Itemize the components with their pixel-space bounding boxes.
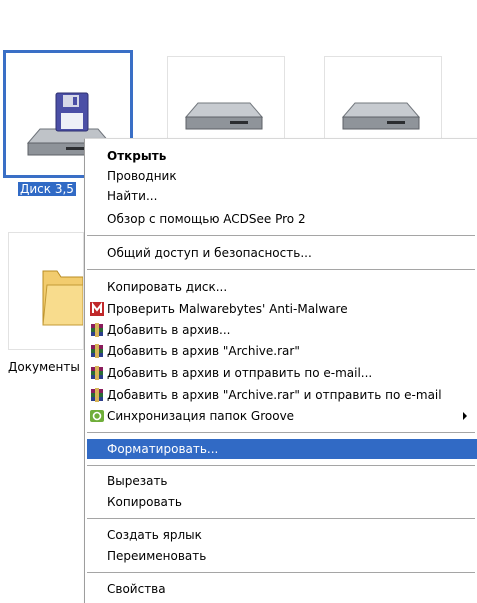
- menu-item-label: Открыть: [107, 149, 167, 163]
- menu-item-label: Вырезать: [107, 474, 168, 488]
- menu-item-label: Обзор с помощью ACDSee Pro 2: [107, 212, 306, 226]
- menu-item-create-shortcut[interactable]: Создать ярлык: [87, 525, 475, 545]
- menu-item-label: Добавить в архив "Archive.rar" и отправи…: [107, 388, 442, 402]
- context-menu: Открыть Проводник Найти... Обзор с помощ…: [84, 138, 477, 603]
- submenu-arrow-icon: [463, 412, 467, 420]
- menu-item-label: Проверить Malwarebytes' Anti-Malware: [107, 302, 348, 316]
- desktop-icon-folder[interactable]: [8, 232, 84, 350]
- menu-item-label: Форматировать...: [107, 442, 219, 456]
- menu-item-label: Создать ярлык: [107, 528, 202, 542]
- menu-item-add-archive-rar-email[interactable]: Добавить в архив "Archive.rar" и отправи…: [87, 385, 475, 405]
- menu-item-label: Проводник: [107, 169, 177, 183]
- menu-item-add-to-archive[interactable]: Добавить в архив...: [87, 320, 475, 340]
- menu-item-add-to-archive-rar[interactable]: Добавить в архив "Archive.rar": [87, 341, 475, 361]
- menu-item-properties[interactable]: Свойства: [87, 579, 475, 599]
- winrar-icon: [91, 344, 103, 358]
- menu-item-label: Копировать диск...: [107, 280, 228, 294]
- winrar-icon: [91, 388, 103, 402]
- malwarebytes-icon: [90, 302, 104, 316]
- menu-separator: [87, 465, 475, 466]
- menu-separator: [87, 518, 475, 519]
- menu-item-add-archive-email[interactable]: Добавить в архив и отправить по e-mail..…: [87, 363, 475, 383]
- menu-item-format[interactable]: Форматировать...: [87, 439, 477, 459]
- menu-item-label: Синхронизация папок Groove: [107, 409, 295, 423]
- menu-separator: [87, 235, 475, 236]
- menu-item-explorer[interactable]: Проводник: [87, 166, 475, 186]
- menu-item-label: Добавить в архив...: [107, 323, 231, 337]
- menu-item-label: Копировать: [107, 495, 182, 509]
- winrar-icon: [91, 366, 103, 380]
- desktop-icon-caption[interactable]: Диск 3,5: [18, 182, 76, 196]
- winrar-icon: [91, 323, 103, 337]
- menu-item-label: Свойства: [107, 582, 166, 596]
- menu-item-label: Добавить в архив и отправить по e-mail..…: [107, 366, 373, 380]
- menu-item-sharing-security[interactable]: Общий доступ и безопасность...: [87, 243, 475, 263]
- folder-icon: [42, 270, 84, 326]
- desktop-icon-caption[interactable]: Документы: [8, 360, 80, 374]
- menu-item-label: Общий доступ и безопасность...: [107, 246, 312, 260]
- menu-separator: [87, 269, 475, 270]
- menu-item-label: Найти...: [107, 189, 158, 203]
- menu-item-acdsee[interactable]: Обзор с помощью ACDSee Pro 2: [87, 209, 475, 229]
- menu-item-open[interactable]: Открыть: [87, 146, 475, 166]
- menu-item-groove-sync[interactable]: Синхронизация папок Groove: [87, 406, 475, 426]
- menu-item-copy-disk[interactable]: Копировать диск...: [87, 277, 475, 297]
- menu-item-copy[interactable]: Копировать: [87, 492, 475, 512]
- menu-item-label: Добавить в архив "Archive.rar": [107, 344, 300, 358]
- menu-item-malwarebytes-scan[interactable]: Проверить Malwarebytes' Anti-Malware: [87, 299, 475, 319]
- groove-icon: [90, 410, 104, 422]
- menu-separator: [87, 432, 475, 433]
- menu-item-cut[interactable]: Вырезать: [87, 471, 475, 491]
- menu-item-find[interactable]: Найти...: [87, 186, 475, 206]
- menu-item-rename[interactable]: Переименовать: [87, 546, 475, 566]
- menu-separator: [87, 572, 475, 573]
- menu-item-label: Переименовать: [107, 549, 207, 563]
